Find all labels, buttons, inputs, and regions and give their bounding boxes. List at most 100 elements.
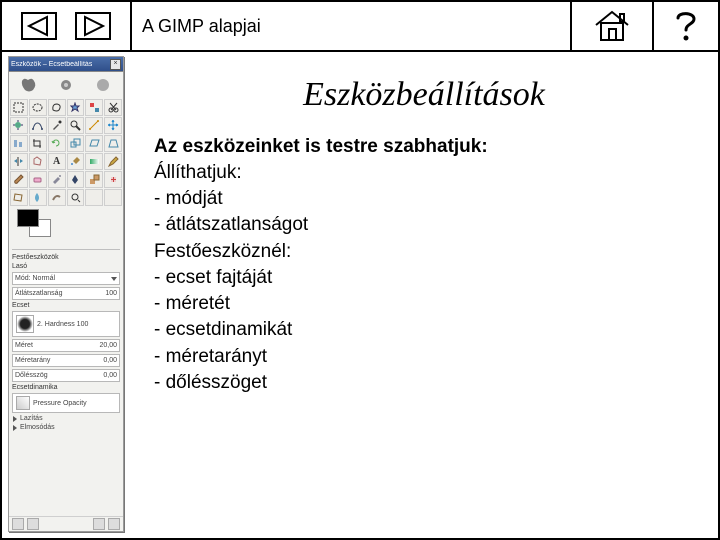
brush-thumb-icon bbox=[16, 315, 34, 333]
opacity-slider[interactable]: Átlátszatlanság 100 bbox=[12, 287, 120, 300]
opacity-label: Átlátszatlanság bbox=[15, 290, 62, 297]
tool-blur[interactable] bbox=[29, 189, 47, 206]
brush-selector[interactable]: 2. Hardness 100 bbox=[12, 311, 120, 337]
tool-ellipse-select[interactable] bbox=[29, 99, 47, 116]
tool-scissors[interactable] bbox=[104, 99, 122, 116]
mode-value: Mód: Normál bbox=[15, 275, 55, 282]
tool-measure[interactable] bbox=[85, 117, 103, 134]
tool-heal[interactable] bbox=[104, 171, 122, 188]
nav-buttons bbox=[2, 2, 132, 50]
options-link-1[interactable]: Lazítás bbox=[12, 415, 120, 422]
ratio-value: 0,00 bbox=[103, 357, 117, 364]
tool-paths[interactable] bbox=[29, 117, 47, 134]
toolbox-dock-row bbox=[9, 516, 123, 531]
home-button[interactable] bbox=[572, 2, 654, 50]
toolbox-title-text: Eszközök – Ecsetbeállítás bbox=[11, 61, 92, 68]
tool-flip[interactable] bbox=[10, 153, 28, 170]
tool-zoom[interactable] bbox=[67, 117, 85, 134]
tool-free-select[interactable] bbox=[48, 99, 66, 116]
divider bbox=[12, 249, 120, 250]
dock-menu-icon[interactable] bbox=[108, 518, 120, 530]
slide-frame: A GIMP alapjai Eszközök – Ecsetbeállítás… bbox=[0, 0, 720, 540]
ratio-slider[interactable]: Méretarány 0,00 bbox=[12, 354, 120, 367]
tool-perspective-clone[interactable] bbox=[10, 189, 28, 206]
body-line: - módját bbox=[154, 186, 694, 212]
tool-options-title: Festőeszközök bbox=[12, 254, 120, 261]
slide-heading: Eszközbeállítások bbox=[154, 62, 694, 136]
size-label: Méret bbox=[15, 342, 33, 349]
tool-shear[interactable] bbox=[85, 135, 103, 152]
tool-text[interactable]: A bbox=[48, 153, 66, 170]
tool-crop[interactable] bbox=[29, 135, 47, 152]
mode-dropdown[interactable]: Mód: Normál bbox=[12, 272, 120, 285]
chevron-down-icon bbox=[111, 277, 117, 281]
tool-rect-select[interactable] bbox=[10, 99, 28, 116]
page-title: A GIMP alapjai bbox=[132, 2, 572, 50]
mode-label: Lasó bbox=[12, 263, 120, 270]
body-line: - dőlésszöget bbox=[154, 370, 694, 396]
tool-grid: A bbox=[9, 98, 123, 207]
link1-label: Lazítás bbox=[20, 415, 43, 422]
next-button[interactable] bbox=[75, 12, 111, 40]
top-bar: A GIMP alapjai bbox=[2, 2, 718, 52]
tool-eraser[interactable] bbox=[29, 171, 47, 188]
opacity-value: 100 bbox=[105, 290, 117, 297]
ratio-label: Méretarány bbox=[15, 357, 50, 364]
tool-ink[interactable] bbox=[67, 171, 85, 188]
tool-clone[interactable] bbox=[85, 171, 103, 188]
tool-bucket-fill[interactable] bbox=[67, 153, 85, 170]
tool-extra-1[interactable] bbox=[85, 189, 103, 206]
angle-label: Dőlésszög bbox=[15, 372, 48, 379]
dynamics-selector[interactable]: Pressure Opacity bbox=[12, 393, 120, 413]
tool-fuzzy-select[interactable] bbox=[67, 99, 85, 116]
tool-dodge-burn[interactable] bbox=[67, 189, 85, 206]
tool-perspective[interactable] bbox=[104, 135, 122, 152]
dynamics-label: Ecsetdinamika bbox=[12, 384, 120, 391]
content-area: Eszközbeállítások Az eszközeinket is tes… bbox=[130, 52, 718, 538]
tool-by-color-select[interactable] bbox=[85, 99, 103, 116]
tool-scale[interactable] bbox=[67, 135, 85, 152]
toolbox-titlebar: Eszközök – Ecsetbeállítás × bbox=[9, 57, 123, 72]
tool-airbrush[interactable] bbox=[48, 171, 66, 188]
size-slider[interactable]: Méret 20,00 bbox=[12, 339, 120, 352]
tool-rotate[interactable] bbox=[48, 135, 66, 152]
tool-blend[interactable] bbox=[85, 153, 103, 170]
brush-name: 2. Hardness 100 bbox=[37, 321, 116, 328]
angle-value: 0,00 bbox=[103, 372, 117, 379]
size-value: 20,00 bbox=[99, 342, 117, 349]
body-line: - ecset fajtáját bbox=[154, 265, 694, 291]
dynamics-thumb-icon bbox=[16, 396, 30, 410]
toolbox-close-icon[interactable]: × bbox=[110, 59, 121, 70]
angle-slider[interactable]: Dőlésszög 0,00 bbox=[12, 369, 120, 382]
body-line: - méretét bbox=[154, 291, 694, 317]
tool-move[interactable] bbox=[104, 117, 122, 134]
tool-extra-2[interactable] bbox=[104, 189, 122, 206]
dynamics-value: Pressure Opacity bbox=[33, 400, 116, 407]
lead-text: Az eszközeinket is testre szabhatjuk: bbox=[154, 136, 694, 158]
tool-paintbrush[interactable] bbox=[10, 171, 28, 188]
tool-cage[interactable] bbox=[29, 153, 47, 170]
tool-align[interactable] bbox=[10, 135, 28, 152]
brush-label: Ecset bbox=[12, 302, 120, 309]
brush-header-icon bbox=[94, 76, 112, 94]
dock-delete-icon[interactable] bbox=[93, 518, 105, 530]
tool-foreground-select[interactable] bbox=[10, 117, 28, 134]
body-line: Állíthatjuk: bbox=[154, 160, 694, 186]
prev-button[interactable] bbox=[21, 12, 57, 40]
tool-options-panel: Festőeszközök Lasó Mód: Normál Átlátszat… bbox=[9, 252, 123, 431]
sidebar: Eszközök – Ecsetbeállítás × bbox=[2, 52, 130, 538]
tool-pencil[interactable] bbox=[104, 153, 122, 170]
gimp-toolbox-window: Eszközök – Ecsetbeállítás × bbox=[8, 56, 124, 532]
help-button[interactable] bbox=[654, 2, 718, 50]
fg-color-swatch[interactable] bbox=[17, 209, 39, 227]
options-link-2[interactable]: Elmosódás bbox=[12, 424, 120, 431]
dock-reset-icon[interactable] bbox=[27, 518, 39, 530]
tool-color-picker[interactable] bbox=[48, 117, 66, 134]
body-line: - méretarányt bbox=[154, 344, 694, 370]
color-swatches[interactable] bbox=[9, 207, 123, 247]
expand-icon bbox=[13, 425, 17, 431]
expand-icon bbox=[13, 416, 17, 422]
toolbox-header-icons bbox=[9, 72, 123, 98]
tool-smudge[interactable] bbox=[48, 189, 66, 206]
dock-save-icon[interactable] bbox=[12, 518, 24, 530]
